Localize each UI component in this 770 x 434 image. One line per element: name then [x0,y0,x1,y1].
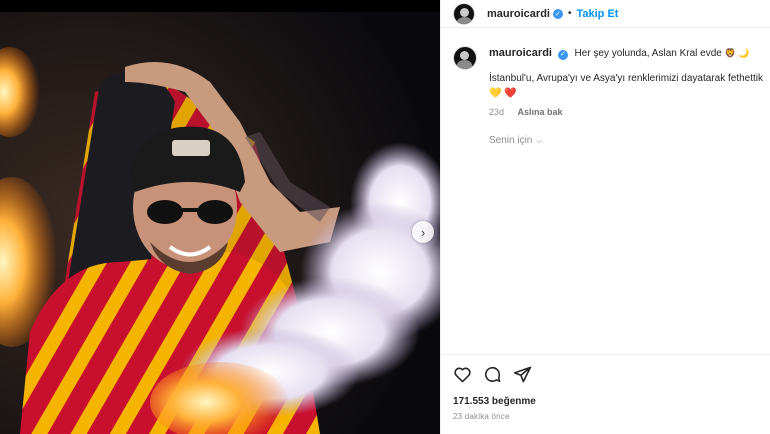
verified-badge-icon: ✓ [552,8,563,19]
post-header: mauroicardi ✓ • Takip Et [441,0,770,28]
caption-line-1: mauroicardi ✓ Her şey yolunda, Aslan Kra… [489,46,770,61]
avatar[interactable] [453,2,475,25]
heart-icon[interactable] [453,365,472,384]
caption-meta: 23d Aslına bak [489,107,563,117]
caption-username[interactable]: mauroicardi [489,47,552,59]
caption-hearts: 💛 ❤️ [489,88,517,99]
post-photo[interactable]: › [0,0,440,434]
caption-age: 23d [489,107,505,117]
red-heart-icon: ❤️ [504,88,517,99]
instagram-post: › mauroicardi ✓ • Takip Et mauroicardi ✓… [0,0,770,434]
for-you-toggle[interactable]: Senin için ⌵ [489,135,542,146]
likes-count[interactable]: 171.553 beğenme [453,396,536,407]
chevron-right-icon: › [420,224,426,240]
comment-icon[interactable] [483,365,502,384]
header-username[interactable]: mauroicardi [487,8,550,20]
verified-badge-icon: ✓ [557,50,568,60]
action-icons [453,365,532,384]
caption-emojis: 🦁 🌙 [724,48,750,58]
share-icon[interactable] [513,365,532,384]
follow-button[interactable]: Takip Et [576,8,618,20]
photo-illustration [0,12,440,434]
caption-comment: mauroicardi ✓ Her şey yolunda, Aslan Kra… [453,46,770,117]
for-you-label: Senin için [489,135,533,146]
chevron-down-icon: ⌵ [536,135,543,145]
yellow-heart-icon: 💛 [489,88,502,99]
caption-avatar[interactable] [453,46,477,70]
caption-text: Her şey yolunda, Aslan Kral evde [574,48,722,59]
caption-line-2: İstanbul'u, Avrupa'yı ve Asya'yı renkler… [489,73,764,84]
post-time: 23 dakika önce [453,412,510,421]
separator: • [567,8,572,19]
next-photo-button[interactable]: › [412,221,434,243]
post-actions: 171.553 beğenme 23 dakika önce [441,354,770,434]
post-sidebar: mauroicardi ✓ • Takip Et mauroicardi ✓ H… [440,0,770,434]
see-original-link[interactable]: Aslına bak [518,107,563,117]
